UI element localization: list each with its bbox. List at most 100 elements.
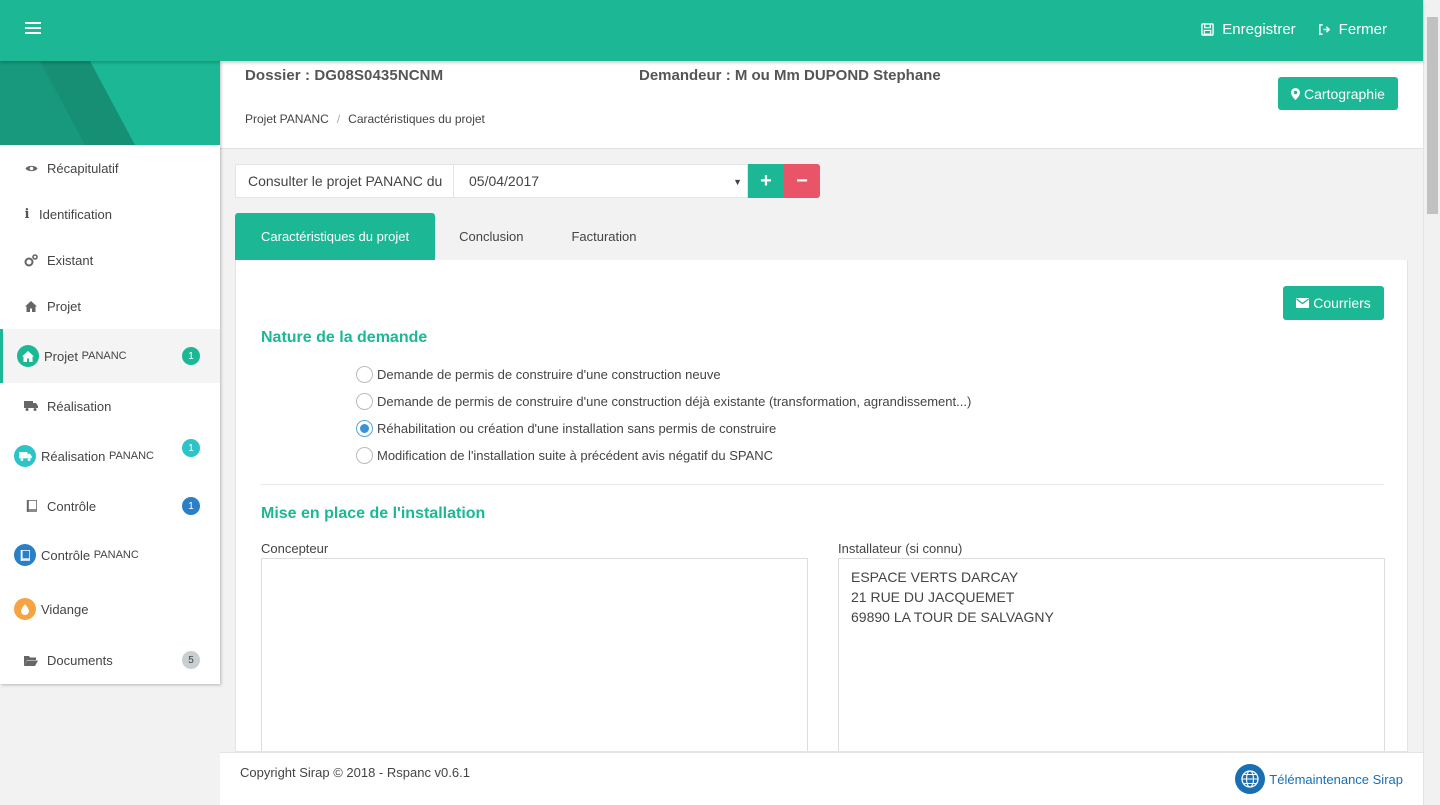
- close-button[interactable]: Fermer: [1318, 21, 1387, 38]
- sidebar-item-recapitulatif[interactable]: Récapitulatif: [0, 145, 220, 191]
- date-select[interactable]: 05/04/2017 ▼: [453, 164, 748, 198]
- envelope-icon: [1296, 298, 1310, 308]
- dossier-header: Dossier : DG08S0435NCNM Demandeur : M ou…: [220, 61, 1423, 149]
- sidebar-item-label: Réalisation: [47, 398, 112, 414]
- demandeur-title: Demandeur : M ou Mm DUPOND Stephane: [639, 67, 941, 84]
- count-badge: 1: [182, 347, 200, 365]
- remove-button[interactable]: −: [784, 164, 820, 198]
- sidebar-item-sublabel: PANANC: [108, 450, 154, 462]
- radio-option-selected[interactable]: Réhabilitation ou création d'une install…: [356, 415, 971, 442]
- sidebar-item-label: Réalisation: [41, 448, 106, 464]
- add-button[interactable]: +: [748, 164, 784, 198]
- installateur-label: Installateur (si connu): [838, 541, 963, 556]
- sidebar-item-label: Projet: [47, 298, 81, 314]
- truck-icon: [24, 399, 38, 413]
- project-card: Courriers Nature de la demande Demande d…: [235, 260, 1408, 752]
- copyright-text: Copyright Sirap © 2018 - Rspanc v0.6.1: [240, 765, 470, 780]
- radio-button[interactable]: [356, 447, 373, 464]
- plus-icon: +: [760, 169, 772, 192]
- breadcrumb-item[interactable]: Projet PANANC: [245, 112, 329, 126]
- footer: Copyright Sirap © 2018 - Rspanc v0.6.1 T…: [220, 752, 1423, 805]
- hamburger-menu-icon[interactable]: [25, 22, 41, 38]
- info-icon: i: [24, 206, 30, 222]
- radio-option[interactable]: Demande de permis de construire d'une co…: [356, 361, 971, 388]
- sidebar-item-label: Vidange: [41, 601, 89, 617]
- sidebar-item-label: Identification: [39, 206, 112, 222]
- map-marker-icon: [1291, 87, 1301, 100]
- tab-bar: Caractéristiques du projet Conclusion Fa…: [235, 213, 661, 260]
- sidebar-item-vidange[interactable]: Vidange: [0, 581, 220, 637]
- radio-label: Réhabilitation ou création d'une install…: [377, 421, 777, 436]
- save-button[interactable]: Enregistrer: [1201, 21, 1296, 38]
- page-scrollbar[interactable]: [1423, 0, 1440, 805]
- breadcrumb: Projet PANANC / Caractéristiques du proj…: [245, 112, 485, 126]
- radio-option[interactable]: Demande de permis de construire d'une co…: [356, 388, 971, 415]
- home-icon: [24, 299, 38, 313]
- sidebar-item-label: Contrôle: [47, 498, 97, 514]
- radio-option[interactable]: Modification de l'installation suite à p…: [356, 442, 971, 469]
- globe-icon: [1235, 764, 1266, 794]
- radio-button-checked[interactable]: [356, 420, 373, 437]
- scrollbar-thumb[interactable]: [1427, 17, 1438, 214]
- gears-icon: [24, 253, 38, 267]
- sidebar-item-controle[interactable]: Contrôle 1: [0, 483, 220, 529]
- breadcrumb-item-current: Caractéristiques du projet: [348, 112, 485, 126]
- date-select-value: 05/04/2017: [469, 173, 540, 189]
- sidebar-item-projet-panac[interactable]: Projet PANANC 1: [0, 329, 220, 383]
- cartographie-button[interactable]: Cartographie: [1278, 77, 1398, 110]
- floppy-disk-icon: [1201, 23, 1215, 36]
- sidebar-item-label: Projet: [44, 348, 78, 364]
- sidebar-item-label: Documents: [47, 652, 113, 668]
- installateur-textarea[interactable]: ESPACE VERTS DARCAY 21 RUE DU JACQUEMET …: [838, 558, 1385, 751]
- cartographie-label: Cartographie: [1304, 85, 1385, 102]
- tab-caracteristiques[interactable]: Caractéristiques du projet: [235, 213, 436, 260]
- sidebar: Récapitulatif i Identification Existant …: [0, 61, 220, 684]
- sidebar-item-label: Contrôle: [41, 547, 91, 563]
- courriers-button[interactable]: Courriers: [1283, 286, 1384, 320]
- home-icon: [17, 345, 39, 367]
- consult-label: Consulter le projet PANANC du: [235, 164, 453, 198]
- sidebar-item-controle-panac[interactable]: Contrôle PANANC: [0, 529, 220, 581]
- concepteur-textarea[interactable]: [261, 558, 808, 751]
- radio-button[interactable]: [356, 393, 373, 410]
- consult-row: Consulter le projet PANANC du 05/04/2017…: [235, 164, 820, 198]
- truck-icon: [14, 445, 36, 467]
- dossier-title: Dossier : DG08S0435NCNM: [245, 67, 444, 84]
- top-actions: Enregistrer Fermer: [1201, 21, 1387, 38]
- telemaintenance-link[interactable]: Télémaintenance Sirap: [1235, 764, 1403, 794]
- nature-section-title: Nature de la demande: [261, 329, 428, 346]
- sidebar-item-label: Existant: [47, 252, 94, 268]
- drop-icon: [14, 598, 36, 620]
- count-badge: 1: [182, 497, 200, 515]
- tab-facturation[interactable]: Facturation: [547, 213, 660, 260]
- sidebar-item-realisation-panac[interactable]: Réalisation PANANC 1: [0, 429, 220, 483]
- sidebar-item-sublabel: PANANC: [81, 350, 127, 362]
- folder-open-icon: [24, 653, 38, 667]
- sidebar-item-realisation[interactable]: Réalisation: [0, 383, 220, 429]
- caret-down-icon: ▼: [733, 177, 742, 187]
- sidebar-banner: [0, 61, 220, 145]
- tab-conclusion[interactable]: Conclusion: [435, 213, 547, 260]
- breadcrumb-separator: /: [336, 112, 341, 126]
- radio-label: Demande de permis de construire d'une co…: [377, 367, 721, 382]
- courriers-label: Courriers: [1313, 295, 1371, 311]
- radio-label: Modification de l'installation suite à p…: [377, 448, 774, 463]
- count-badge: 1: [182, 439, 200, 457]
- nature-radio-group: Demande de permis de construire d'une co…: [356, 361, 971, 469]
- sidebar-item-identification[interactable]: i Identification: [0, 191, 220, 237]
- installation-section-title: Mise en place de l'installation: [261, 505, 486, 522]
- telemaintenance-label: Télémaintenance Sirap: [1269, 771, 1403, 787]
- sidebar-item-projet[interactable]: Projet: [0, 283, 220, 329]
- sidebar-item-sublabel: PANANC: [93, 549, 139, 561]
- radio-button[interactable]: [356, 366, 373, 383]
- concepteur-label: Concepteur: [261, 541, 329, 556]
- book-icon: [24, 499, 38, 513]
- minus-icon: −: [796, 169, 808, 192]
- top-bar: Enregistrer Fermer: [0, 0, 1423, 61]
- save-label: Enregistrer: [1222, 21, 1296, 38]
- section-divider: [260, 484, 1384, 485]
- sidebar-item-existant[interactable]: Existant: [0, 237, 220, 283]
- sidebar-item-documents[interactable]: Documents 5: [0, 637, 220, 683]
- sidebar-item-label: Récapitulatif: [47, 160, 119, 176]
- sign-out-icon: [1318, 24, 1330, 35]
